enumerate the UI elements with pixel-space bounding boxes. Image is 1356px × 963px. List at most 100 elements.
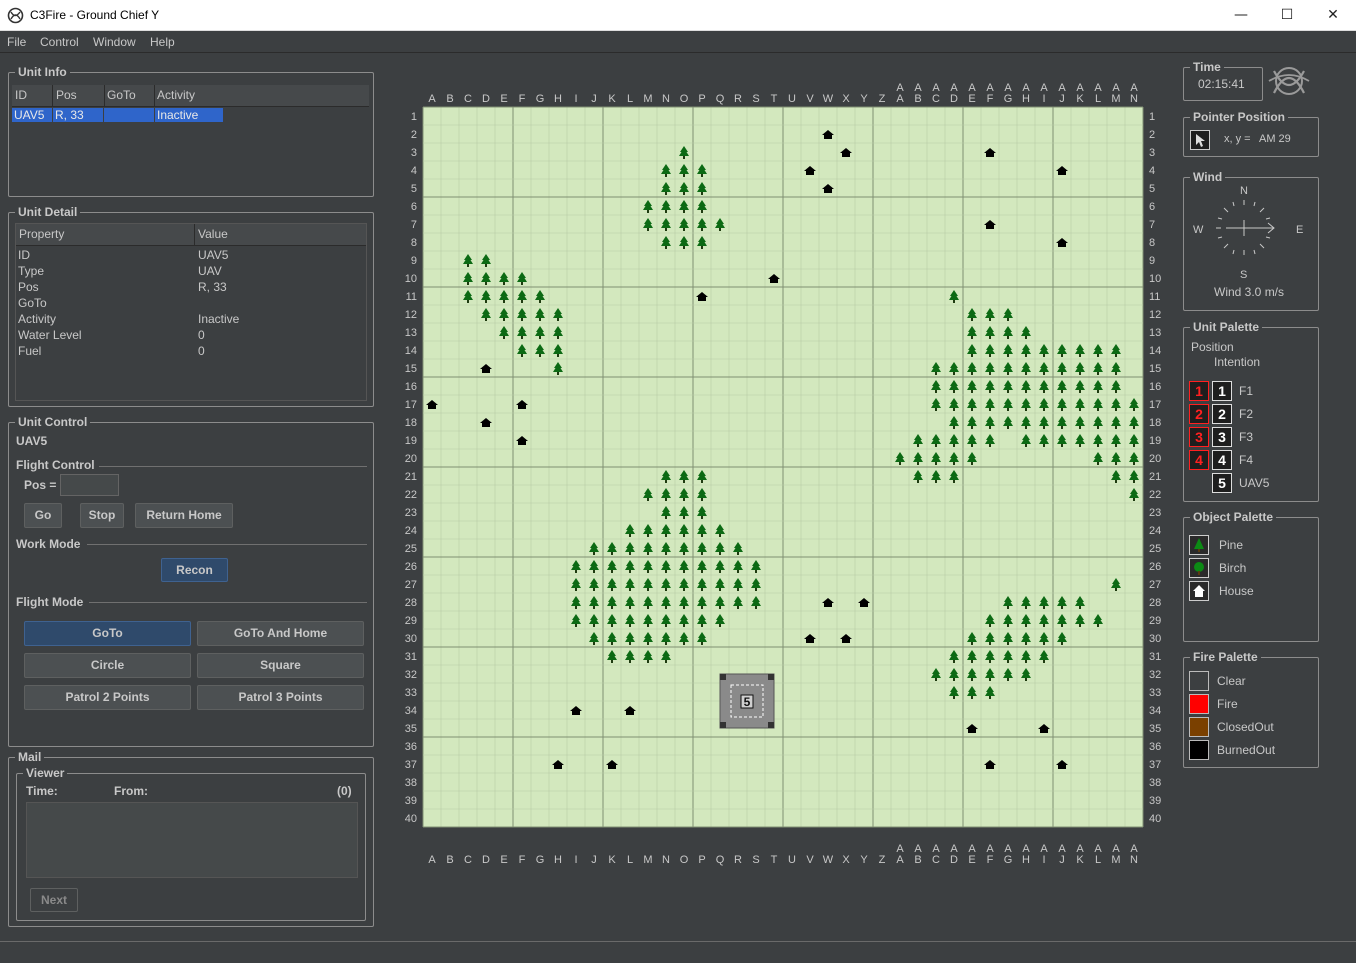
fire-palette-item-burnedout[interactable]: BurnedOut: [1189, 740, 1299, 760]
go-button[interactable]: Go: [24, 503, 62, 528]
goto-mode-button[interactable]: GoTo: [24, 621, 191, 646]
object-palette-item-birch[interactable]: Birch: [1189, 558, 1299, 578]
col-goto[interactable]: GoTo: [107, 88, 136, 102]
birch-icon: [1189, 558, 1209, 578]
column-label-top: V: [806, 93, 814, 105]
column-label-bottom: H: [554, 854, 562, 866]
selected-unit-label: UAV5: [16, 434, 48, 448]
row-label-right: 20: [1149, 453, 1161, 465]
burnedout-swatch: [1189, 740, 1209, 760]
column-label-top: AF: [986, 82, 994, 105]
fire-palette-item-clear[interactable]: Clear: [1189, 671, 1299, 691]
unit-palette-item-f2[interactable]: 2 2 F2: [1189, 404, 1309, 424]
unit-palette-title: Unit Palette: [1190, 320, 1263, 334]
row-label-left: 38: [405, 777, 417, 789]
wind-east: E: [1296, 224, 1304, 236]
intention-marker: 1: [1212, 381, 1232, 401]
col-id[interactable]: ID: [15, 88, 27, 102]
col-property[interactable]: Property: [19, 227, 64, 241]
column-label-top: R: [734, 93, 742, 105]
col-value[interactable]: Value: [198, 227, 228, 241]
column-label-top: D: [482, 93, 490, 105]
pos-input[interactable]: [60, 474, 119, 496]
circle-button[interactable]: Circle: [24, 653, 191, 678]
patrol-3-points-button[interactable]: Patrol 3 Points: [197, 685, 364, 710]
fire-palette-item-closedout[interactable]: ClosedOut: [1189, 717, 1299, 737]
return-home-button[interactable]: Return Home: [135, 503, 233, 528]
object-name: Pine: [1219, 538, 1244, 552]
column-label-bottom: Z: [879, 854, 886, 866]
square-button[interactable]: Square: [197, 653, 364, 678]
column-label-top: AJ: [1058, 82, 1066, 105]
object-palette-item-pine[interactable]: Pine: [1189, 535, 1299, 555]
stop-button[interactable]: Stop: [80, 503, 124, 528]
column-label-top: Z: [879, 93, 886, 105]
patrol-2-points-button[interactable]: Patrol 2 Points: [24, 685, 191, 710]
menu-file[interactable]: File: [7, 35, 26, 49]
column-label-top: AA: [896, 82, 904, 105]
row-label-left: 12: [405, 309, 417, 321]
fire-swatch: [1189, 694, 1209, 714]
column-label-bottom: AN: [1130, 843, 1138, 866]
flight-mode-label: Flight Mode: [16, 595, 84, 609]
column-label-top: AC: [932, 82, 940, 105]
row-label-left: 33: [405, 687, 417, 699]
row-label-right: 9: [1149, 255, 1155, 267]
goto-and-home-button[interactable]: GoTo And Home: [197, 621, 364, 646]
unit-detail-panel: Unit Detail Property Value ID UAV5 Type UAV…: [8, 205, 374, 407]
fire-palette-item-fire[interactable]: Fire: [1189, 694, 1299, 714]
next-button[interactable]: Next: [30, 888, 78, 912]
c3fire-logo-icon: [1268, 67, 1310, 95]
mail-message-area[interactable]: [26, 802, 358, 878]
column-label-bottom: L: [627, 854, 633, 866]
col-activity[interactable]: Activity: [157, 88, 195, 102]
object-palette-item-house[interactable]: House: [1189, 581, 1299, 601]
map-view[interactable]: AABBCCDDEEFFGGHHIIJJKKLLMMNNOOPPQQRRSSTT…: [393, 72, 1175, 872]
column-label-bottom: B: [446, 854, 453, 866]
unit-palette-item-f1[interactable]: 1 1 F1: [1189, 381, 1309, 401]
column-label-top: AD: [950, 82, 958, 105]
row-label-right: 17: [1149, 399, 1161, 411]
column-label-bottom: AB: [914, 843, 922, 866]
column-label-bottom: AM: [1111, 843, 1120, 866]
column-label-top: L: [627, 93, 633, 105]
divider: [99, 466, 367, 467]
row-label-left: 21: [405, 471, 417, 483]
map-grid[interactable]: AABBCCDDEEFFGGHHIIJJKKLLMMNNOOPPQQRRSSTT…: [393, 72, 1175, 872]
detail-value: Inactive: [198, 312, 240, 326]
column-label-top: H: [554, 93, 562, 105]
row-label-right: 14: [1149, 345, 1161, 357]
row-label-left: 2: [411, 129, 417, 141]
column-label-bottom: AG: [1004, 843, 1013, 866]
unit-name: F3: [1239, 430, 1254, 444]
pine-icon: [1189, 535, 1209, 555]
wind-west: W: [1193, 224, 1204, 236]
unit-info-row[interactable]: UAV5 R, 33 Inactive: [12, 108, 369, 122]
viewer-title: Viewer: [23, 766, 68, 780]
col-pos[interactable]: Pos: [56, 88, 77, 102]
column-label-top: AL: [1094, 82, 1102, 105]
detail-property: Fuel: [18, 344, 42, 358]
menu-window[interactable]: Window: [93, 35, 136, 49]
maximize-button[interactable]: ☐: [1264, 0, 1310, 31]
row-label-right: 13: [1149, 327, 1161, 339]
menu-control[interactable]: Control: [40, 35, 79, 49]
row-label-left: 32: [405, 669, 417, 681]
row-label-right: 16: [1149, 381, 1161, 393]
detail-value: 0: [198, 344, 205, 358]
column-label-top: AI: [1040, 82, 1048, 105]
recon-button[interactable]: Recon: [161, 558, 228, 582]
column-label-bottom: AJ: [1058, 843, 1066, 866]
minimize-button[interactable]: —: [1218, 0, 1264, 31]
unit-palette-item-f3[interactable]: 3 3 F3: [1189, 427, 1309, 447]
uav-unit-marker[interactable]: 5: [719, 673, 775, 729]
unit-palette-item-f4[interactable]: 4 4 F4: [1189, 450, 1309, 470]
column-label-bottom: AF: [986, 843, 994, 866]
column-label-bottom: A: [428, 854, 436, 866]
close-button[interactable]: ✕: [1310, 0, 1356, 31]
column-label-top: G: [536, 93, 545, 105]
unit-name: F2: [1239, 407, 1254, 421]
unit-palette-item-uav5[interactable]: 5 UAV5: [1189, 473, 1309, 493]
menu-help[interactable]: Help: [150, 35, 175, 49]
pointer-label: x, y =: [1224, 133, 1251, 145]
